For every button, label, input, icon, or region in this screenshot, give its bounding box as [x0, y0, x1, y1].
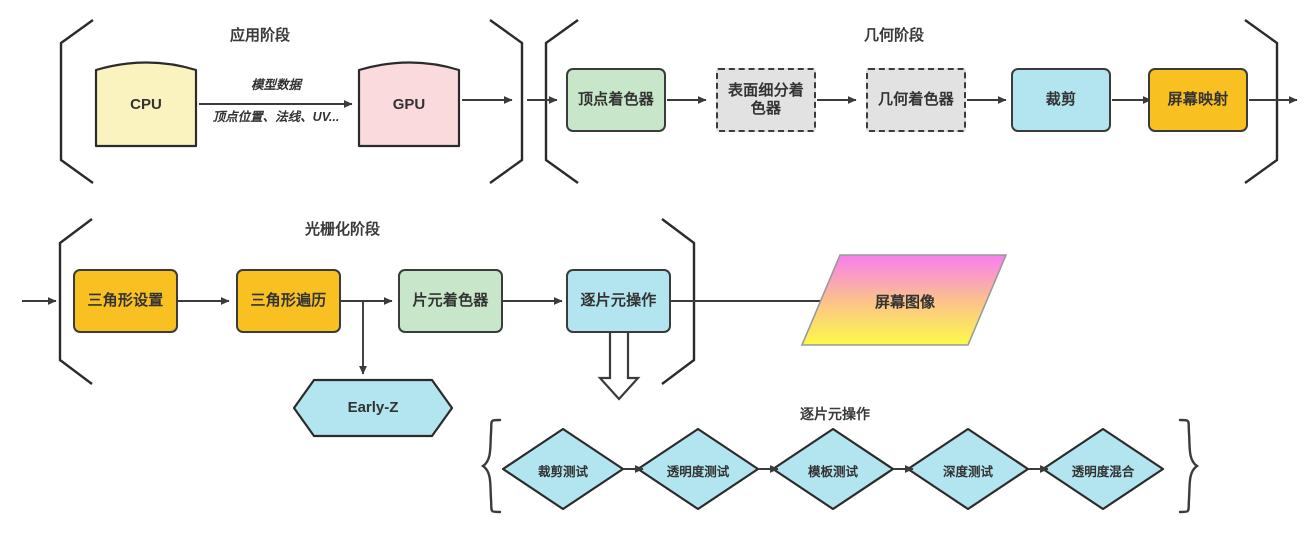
node-label-stencil-test: 模板测试: [807, 465, 858, 479]
node-label-triangle-setup: 三角形设置: [87, 292, 164, 310]
edge-label-model-data: 模型数据: [250, 78, 301, 92]
node-triangle-setup[interactable]: 三角形设置: [73, 269, 178, 333]
stage-title-application: 应用阶段: [230, 27, 291, 44]
node-label-cpu: CPU: [130, 96, 162, 113]
node-label-vertex-shader: 顶点着色器: [577, 91, 654, 109]
bracket-application-stage-close: [489, 19, 524, 184]
bracket-application-stage: [59, 19, 94, 184]
node-tessellation-shader[interactable]: 表面细分着色器: [716, 68, 816, 132]
section-title-per-fragment: 逐片元操作: [800, 406, 870, 422]
node-label-alpha-blend: 透明度混合: [1071, 465, 1135, 479]
node-geometry-shader[interactable]: 几何着色器: [866, 68, 966, 132]
diagram-canvas: 应用阶段 几何阶段 光栅化阶段 逐片元操作 CPU GPU 模型数据 顶点位置、…: [0, 0, 1307, 539]
node-label-gpu: GPU: [392, 96, 426, 113]
node-label-early-z: Early-Z: [347, 399, 399, 416]
stage-title-geometry: 几何阶段: [864, 27, 925, 44]
node-label-screen-mapping: 屏幕映射: [1167, 91, 1229, 109]
bracket-geometry-stage-close: [1244, 19, 1279, 184]
stage-title-rasterization: 光栅化阶段: [305, 221, 381, 238]
node-fragment-shader[interactable]: 片元着色器: [398, 269, 503, 333]
node-label-scissor-test: 裁剪测试: [537, 465, 588, 479]
node-label-clipping: 裁剪: [1045, 91, 1077, 109]
node-triangle-traversal[interactable]: 三角形遍历: [236, 269, 341, 333]
node-vertex-shader[interactable]: 顶点着色器: [566, 68, 666, 132]
node-label-depth-test: 深度测试: [942, 465, 993, 479]
node-label-geometry-shader: 几何着色器: [877, 91, 954, 109]
node-screen-mapping[interactable]: 屏幕映射: [1148, 68, 1248, 132]
edge-label-vertex-attributes: 顶点位置、法线、UV...: [212, 110, 340, 124]
curly-brace-left: [480, 418, 502, 514]
node-clipping[interactable]: 裁剪: [1011, 68, 1111, 132]
node-label-screen-image: 屏幕图像: [874, 294, 935, 311]
curly-brace-right: [1178, 418, 1200, 514]
node-label-per-fragment-operations: 逐片元操作: [580, 292, 657, 310]
node-label-triangle-traversal: 三角形遍历: [250, 292, 327, 310]
node-label-fragment-shader: 片元着色器: [412, 292, 489, 310]
block-arrow-to-perfragment-detail: [597, 329, 641, 401]
node-label-alpha-test: 透明度测试: [666, 465, 730, 479]
node-label-tessellation-shader: 表面细分着色器: [727, 82, 804, 117]
node-per-fragment-operations[interactable]: 逐片元操作: [566, 269, 671, 333]
